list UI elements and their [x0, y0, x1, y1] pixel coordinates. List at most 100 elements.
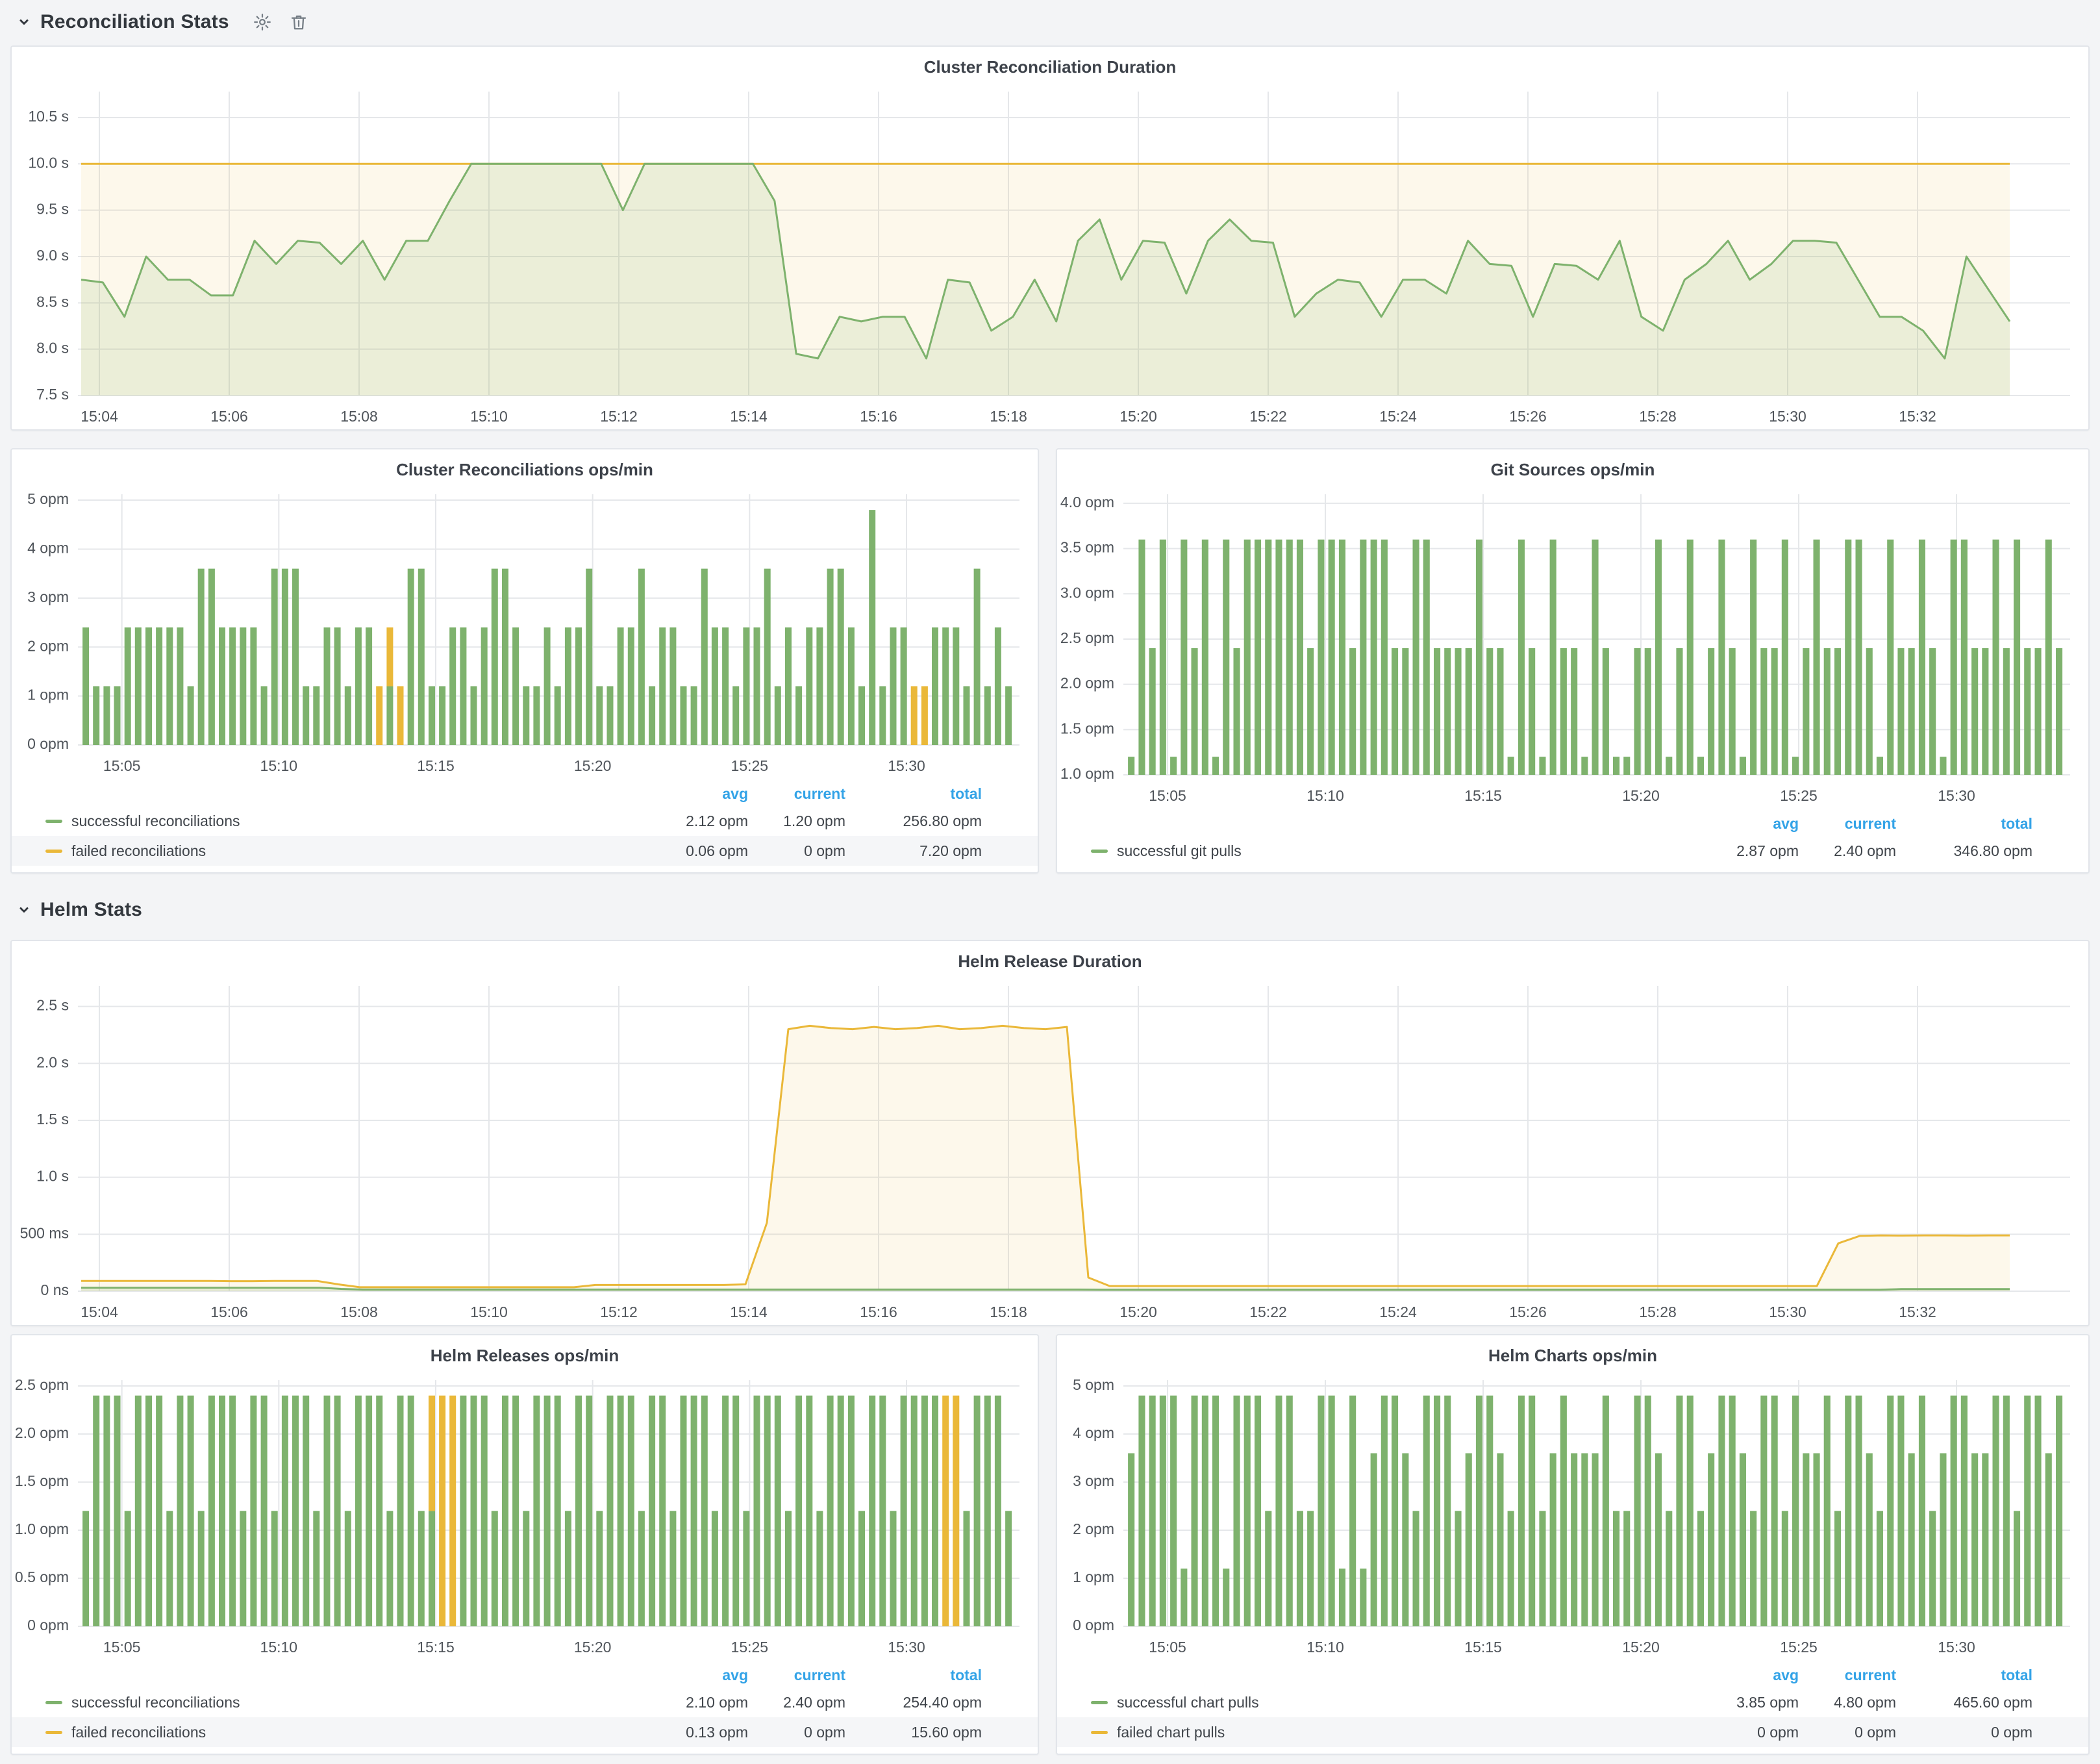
cluster-reconciliation-duration-chart[interactable]: 7.5 s8.0 s8.5 s9.0 s9.5 s10.0 s10.5 s15:… [12, 81, 2088, 429]
svg-text:15:30: 15:30 [888, 1639, 925, 1656]
panel-title[interactable]: Cluster Reconciliation Duration [12, 47, 2088, 81]
panel-title[interactable]: Cluster Reconciliations ops/min [12, 449, 1038, 484]
svg-text:1.0 opm: 1.0 opm [1060, 765, 1114, 782]
svg-text:15:04: 15:04 [81, 1304, 118, 1320]
legend-header-avg[interactable]: avg [1701, 1667, 1799, 1684]
legend-series-toggle[interactable]: failed chart pulls [1091, 1724, 1701, 1741]
svg-text:4.0 opm: 4.0 opm [1060, 494, 1114, 510]
legend-stat-avg: 0 opm [1701, 1724, 1799, 1741]
cluster-reconciliations-chart[interactable]: 0 opm1 opm2 opm3 opm4 opm5 opm15:0515:10… [12, 484, 1038, 779]
panel-helm-releases-opm: Helm Releases ops/min 0 opm0.5 opm1.0 op… [10, 1334, 1039, 1755]
svg-text:500 ms: 500 ms [20, 1224, 69, 1241]
svg-text:15:15: 15:15 [1464, 787, 1502, 804]
helm-charts-chart[interactable]: 0 opm1 opm2 opm3 opm4 opm5 opm15:0515:10… [1057, 1370, 2088, 1660]
panel-cluster-reconciliations-opm: Cluster Reconciliations ops/min 0 opm1 o… [10, 448, 1039, 874]
legend-stat-total: 256.80 opm [845, 813, 982, 830]
svg-text:1 opm: 1 opm [27, 687, 69, 703]
svg-text:15:15: 15:15 [417, 1639, 455, 1656]
legend-stat-avg: 2.12 opm [651, 813, 748, 830]
chevron-down-icon [14, 900, 34, 920]
section-title: Helm Stats [40, 899, 142, 921]
legend-label: successful chart pulls [1117, 1694, 1259, 1711]
svg-text:3.5 opm: 3.5 opm [1060, 539, 1114, 556]
svg-text:15:20: 15:20 [1119, 408, 1157, 425]
svg-text:15:05: 15:05 [1149, 1639, 1186, 1656]
legend-header-current[interactable]: current [1799, 815, 1896, 833]
panel-title[interactable]: Git Sources ops/min [1057, 449, 2088, 484]
legend-header-total[interactable]: total [845, 1667, 982, 1684]
legend-stat-avg: 3.85 opm [1701, 1694, 1799, 1711]
legend-header-row: avgcurrenttotal [12, 781, 1038, 806]
svg-text:2.0 s: 2.0 s [36, 1053, 69, 1070]
legend-series-toggle[interactable]: successful reconciliations [45, 1694, 651, 1711]
legend-series-toggle[interactable]: successful git pulls [1091, 842, 1701, 860]
svg-text:15:28: 15:28 [1639, 408, 1677, 425]
legend-series-toggle[interactable]: failed reconciliations [45, 1724, 651, 1741]
svg-text:15:06: 15:06 [210, 408, 248, 425]
svg-text:15:32: 15:32 [1899, 408, 1936, 425]
svg-text:5 opm: 5 opm [1073, 1376, 1114, 1393]
svg-text:15:25: 15:25 [731, 1639, 769, 1656]
legend-header-current[interactable]: current [748, 1667, 845, 1684]
legend-swatch [1091, 1731, 1108, 1734]
svg-text:2.5 s: 2.5 s [36, 997, 69, 1014]
svg-text:15:26: 15:26 [1509, 1304, 1547, 1320]
legend-header-total[interactable]: total [1896, 815, 2032, 833]
legend-header-total[interactable]: total [1896, 1667, 2032, 1684]
svg-text:15:10: 15:10 [1306, 787, 1344, 804]
svg-text:10.0 s: 10.0 s [28, 154, 69, 171]
svg-text:15:20: 15:20 [1622, 787, 1660, 804]
panel-title[interactable]: Helm Releases ops/min [12, 1335, 1038, 1370]
legend-series-toggle[interactable]: successful reconciliations [45, 813, 651, 830]
legend-series-toggle[interactable]: successful chart pulls [1091, 1694, 1701, 1711]
svg-text:15:15: 15:15 [417, 757, 455, 774]
legend-header-avg[interactable]: avg [1701, 815, 1799, 833]
svg-text:15:25: 15:25 [1780, 787, 1818, 804]
helm-release-duration-chart[interactable]: 0 ns500 ms1.0 s1.5 s2.0 s2.5 s15:0415:06… [12, 976, 2088, 1325]
legend-stat-total: 7.20 opm [845, 842, 982, 860]
panel-title[interactable]: Helm Release Duration [12, 941, 2088, 976]
legend-series-toggle[interactable]: failed reconciliations [45, 842, 651, 860]
svg-text:15:12: 15:12 [600, 1304, 638, 1320]
legend-stat-current: 0 opm [748, 1724, 845, 1741]
svg-text:4 opm: 4 opm [27, 540, 69, 557]
svg-text:15:14: 15:14 [730, 408, 768, 425]
helm-releases-chart[interactable]: 0 opm0.5 opm1.0 opm1.5 opm2.0 opm2.5 opm… [12, 1370, 1038, 1660]
svg-text:15:05: 15:05 [1149, 787, 1186, 804]
legend-header-total[interactable]: total [845, 785, 982, 803]
legend-stat-total: 15.60 opm [845, 1724, 982, 1741]
git-sources-chart[interactable]: 1.0 opm1.5 opm2.0 opm2.5 opm3.0 opm3.5 o… [1057, 484, 2088, 809]
svg-text:15:26: 15:26 [1509, 408, 1547, 425]
legend-swatch [1091, 1701, 1108, 1704]
svg-text:15:06: 15:06 [210, 1304, 248, 1320]
svg-text:1.5 opm: 1.5 opm [15, 1472, 69, 1489]
legend-stat-avg: 2.87 opm [1701, 842, 1799, 860]
legend: avgcurrenttotal successful reconciliation… [12, 1660, 1038, 1754]
svg-text:9.0 s: 9.0 s [36, 247, 69, 264]
svg-text:15:16: 15:16 [860, 408, 897, 425]
legend-stat-avg: 2.10 opm [651, 1694, 748, 1711]
svg-text:15:30: 15:30 [1938, 787, 1975, 804]
legend-stat-current: 4.80 opm [1799, 1694, 1896, 1711]
svg-text:15:22: 15:22 [1249, 408, 1287, 425]
panel-title[interactable]: Helm Charts ops/min [1057, 1335, 2088, 1370]
section-header-helm-stats[interactable]: Helm Stats [10, 893, 2090, 927]
svg-text:15:08: 15:08 [340, 408, 378, 425]
legend-row: failed chart pulls0 opm0 opm0 opm [1057, 1717, 2088, 1747]
trash-icon[interactable] [289, 12, 308, 32]
legend-header-avg[interactable]: avg [651, 785, 748, 803]
svg-text:15:30: 15:30 [1769, 408, 1806, 425]
legend-row: successful reconciliations2.12 opm1.20 o… [12, 806, 1038, 836]
legend-header-avg[interactable]: avg [651, 1667, 748, 1684]
legend-label: failed reconciliations [71, 1724, 206, 1741]
legend-label: successful reconciliations [71, 813, 240, 830]
legend-header-current[interactable]: current [748, 785, 845, 803]
gear-icon[interactable] [253, 12, 272, 32]
section-header-reconciliation-stats[interactable]: Reconciliation Stats [10, 5, 2090, 39]
svg-text:15:16: 15:16 [860, 1304, 897, 1320]
legend-label: failed chart pulls [1117, 1724, 1225, 1741]
panel-helm-charts-opm: Helm Charts ops/min 0 opm1 opm2 opm3 opm… [1056, 1334, 2090, 1755]
svg-text:8.0 s: 8.0 s [36, 340, 69, 357]
legend-stat-current: 0 opm [1799, 1724, 1896, 1741]
legend-header-current[interactable]: current [1799, 1667, 1896, 1684]
